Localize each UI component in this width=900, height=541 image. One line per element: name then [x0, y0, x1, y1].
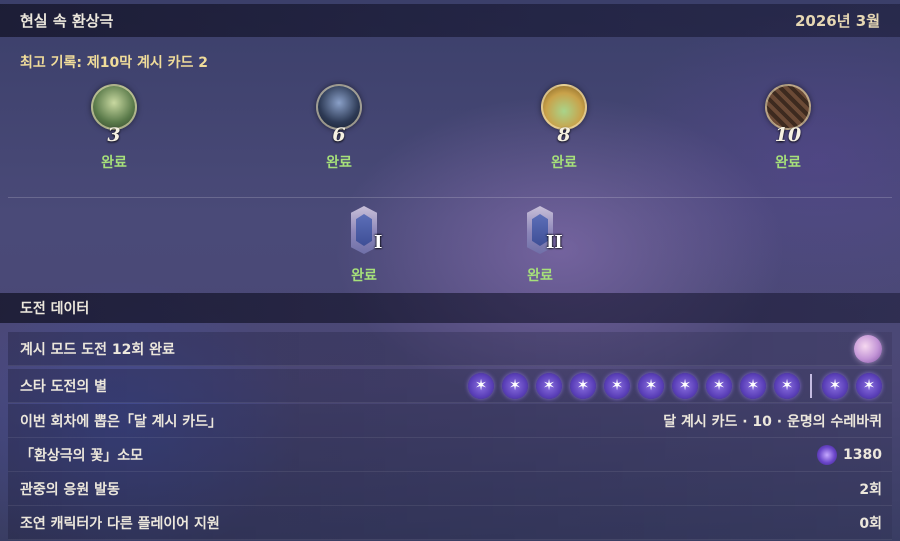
divider: [8, 197, 892, 198]
row-value: 2회: [859, 481, 882, 498]
star-icon: ✶: [536, 372, 562, 399]
card-numeral: II: [546, 232, 563, 253]
title-bar: 현실 속 환상극 2026년 3월: [0, 4, 900, 37]
stat-row-draw: 이번 회차에 뽑은「달 계시 카드」 달 계시 카드 · 10 · 운명의 수레…: [8, 404, 892, 438]
star-icon: ✶: [502, 372, 528, 399]
floor-mark: 10: [774, 124, 802, 146]
floor-status: 완료: [101, 155, 127, 171]
stat-row-stars: 스타 도전의 별 ✶ ✶ ✶ ✶ ✶ ✶ ✶ ✶ ✶ ✶ ✶ ✶: [8, 369, 892, 403]
star-divider: [810, 373, 812, 398]
stat-row-cheer: 관중의 응원 발동 2회: [8, 472, 892, 506]
floor-status: 완료: [551, 155, 577, 171]
floor-entry[interactable]: 8 완료: [504, 84, 624, 172]
star-icon: ✶: [468, 372, 494, 399]
row-label: 「환상극의 꽃」소모: [20, 447, 144, 464]
floor-entry[interactable]: 10 완료: [728, 84, 848, 172]
star-icon: ✶: [672, 372, 698, 399]
trophy-icon: [854, 334, 882, 363]
star-icon: ✶: [856, 372, 882, 399]
stat-row-challenge: 계시 모드 도전 12회 완료: [8, 332, 892, 366]
best-record: 최고 기록: 제10막 계시 카드 2: [20, 55, 208, 71]
row-label: 조연 캐릭터가 다른 플레이어 지원: [20, 515, 220, 532]
row-value: 1380: [843, 446, 882, 463]
floor-entry[interactable]: 3 완료: [54, 84, 174, 172]
star-icon: ✶: [570, 372, 596, 399]
card-status: 완료: [527, 268, 553, 284]
section-title: 도전 데이터: [20, 301, 90, 317]
floor-mark: 8: [557, 124, 571, 146]
star-icon: ✶: [740, 372, 766, 399]
period-label: 2026년 3월: [794, 12, 880, 30]
star-icon: ✶: [774, 372, 800, 399]
star-icon: ✶: [604, 372, 630, 399]
star-icon: ✶: [706, 372, 732, 399]
card-numeral: I: [374, 232, 383, 253]
row-value: 0회: [859, 515, 882, 532]
page-title: 현실 속 환상극: [20, 12, 114, 30]
section-header: 도전 데이터: [0, 293, 900, 323]
row-label: 관중의 응원 발동: [20, 481, 120, 498]
floor-entry[interactable]: 6 완료: [279, 84, 399, 172]
floor-mark: 6: [332, 124, 346, 146]
row-label: 이번 회차에 뽑은「달 계시 카드」: [20, 413, 223, 430]
floor-mark: 3: [107, 124, 121, 146]
card-status: 완료: [351, 268, 377, 284]
stat-row-support: 조연 캐릭터가 다른 플레이어 지원 0회: [8, 506, 892, 540]
floor-status: 완료: [326, 155, 352, 171]
star-icon: ✶: [822, 372, 848, 399]
floor-status: 완료: [775, 155, 801, 171]
stars-container: ✶ ✶ ✶ ✶ ✶ ✶ ✶ ✶ ✶ ✶ ✶ ✶: [468, 372, 882, 399]
stat-row-flower: 「환상극의 꽃」소모 1380: [8, 438, 892, 472]
row-value: 달 계시 카드 · 10 · 운명의 수레바퀴: [663, 413, 882, 430]
row-label: 계시 모드 도전 12회 완료: [20, 341, 175, 358]
flower-icon: [817, 444, 838, 465]
star-icon: ✶: [638, 372, 664, 399]
row-label: 스타 도전의 별: [20, 378, 108, 395]
